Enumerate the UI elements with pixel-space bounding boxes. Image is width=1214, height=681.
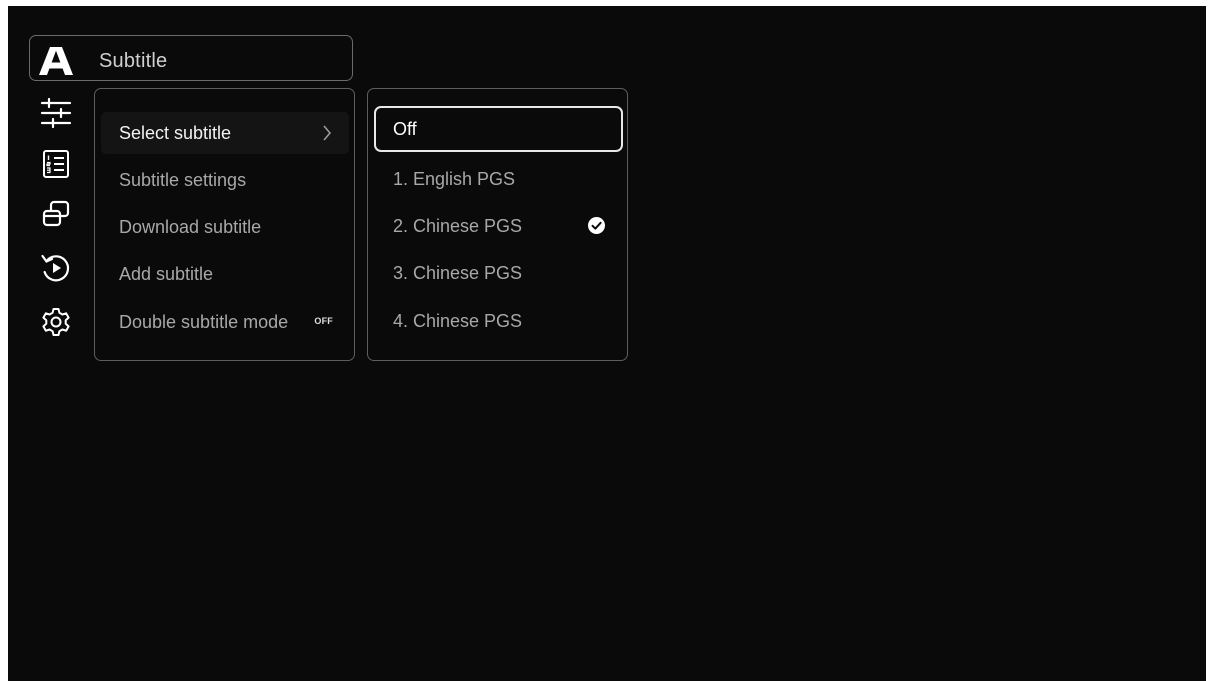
brand-a-logo [38,46,74,76]
gear-icon[interactable] [38,304,74,340]
menu-item-subtitle-settings[interactable]: Subtitle settings [101,159,349,201]
menu-item-label: Select subtitle [119,122,232,143]
header-bar [29,35,353,81]
subtitle-options-panel: Off 1. English PGS 2. Chinese PGS 3. Chi… [367,88,628,361]
option-label: Off [393,118,417,139]
header-title: Subtitle [99,50,168,72]
menu-item-label: Add subtitle [119,263,214,284]
menu-item-add-subtitle[interactable]: Add subtitle [101,253,349,295]
option-label: 3. Chinese PGS [393,262,523,283]
option-track-2[interactable]: 2. Chinese PGS [374,203,623,249]
menu-item-double-subtitle-mode[interactable]: Double subtitle mode OFF [101,301,349,343]
menu-item-label: Subtitle settings [119,169,247,190]
player-screen: Subtitle Select subtitle Subtitle settin… [8,6,1206,681]
option-track-3[interactable]: 3. Chinese PGS [374,250,623,296]
option-label: 2. Chinese PGS [393,215,523,236]
numbered-list-icon[interactable] [38,146,74,182]
option-track-4[interactable]: 4. Chinese PGS [374,298,623,344]
subtitle-menu-panel: Select subtitle Subtitle settings Downlo… [94,88,355,361]
replay-icon[interactable] [38,250,74,286]
menu-item-select-subtitle[interactable]: Select subtitle [101,112,349,154]
checkmark-icon [588,217,605,234]
sliders-icon[interactable] [38,95,74,131]
menu-item-label: Double subtitle mode [119,311,289,332]
option-label: 1. English PGS [393,168,516,189]
menu-item-label: Download subtitle [119,216,262,237]
option-off[interactable]: Off [374,106,623,152]
windows-icon[interactable] [38,196,74,232]
toggle-status-badge: OFF [314,316,333,326]
option-label: 4. Chinese PGS [393,310,523,331]
chevron-right-icon [321,123,333,148]
option-track-1[interactable]: 1. English PGS [374,156,623,202]
menu-item-download-subtitle[interactable]: Download subtitle [101,206,349,248]
